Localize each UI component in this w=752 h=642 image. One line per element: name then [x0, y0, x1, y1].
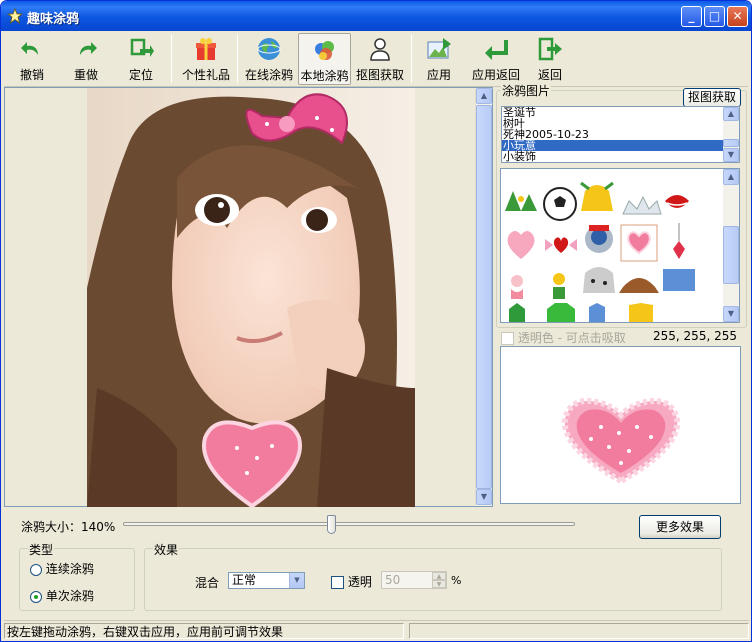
- status-text: 按左键拖动涂鸦，右键双击应用，应用前可调节效果: [4, 623, 404, 639]
- redo-button[interactable]: 重做: [66, 33, 106, 85]
- list-scroll-up-icon[interactable]: ▲: [723, 107, 739, 121]
- type-group: 类型 连续涂鸦 单次涂鸦: [19, 541, 135, 611]
- sticker-thumbnails: [505, 181, 695, 322]
- globe-icon: [257, 38, 281, 60]
- sticker-preview: [500, 346, 741, 504]
- capture-image-button[interactable]: 抠图获取: [683, 88, 741, 107]
- gift-button[interactable]: 个性礼品: [178, 33, 234, 85]
- scroll-thumb[interactable]: [476, 105, 492, 489]
- opacity-checkbox[interactable]: [331, 576, 344, 589]
- app-star-icon: [7, 8, 23, 24]
- locate-icon: [130, 38, 154, 57]
- window-title: 趣味涂鸦: [27, 12, 80, 27]
- blend-label: 混合: [195, 576, 220, 590]
- return-button[interactable]: 返回: [532, 33, 568, 85]
- list-scroll-thumb[interactable]: [723, 139, 739, 147]
- status-bar: 按左键拖动涂鸦，右键双击应用，应用前可调节效果: [4, 620, 749, 640]
- sticker-grid[interactable]: ▲ ▼: [500, 168, 740, 323]
- online-graffiti-button[interactable]: 在线涂鸦: [241, 33, 297, 85]
- toolbar: 撤销 重做 定位 个性礼品 在线涂鸦 本地涂鸦 抠图获取 应用 应用返回 返回: [4, 31, 748, 87]
- opacity-spinner[interactable]: 50 ▲ ▼: [381, 571, 447, 589]
- size-label: 涂鸦大小：140%: [21, 520, 116, 534]
- grid-scroll-thumb[interactable]: [723, 226, 739, 284]
- transparent-color-label: 透明色 - 可点击吸取: [517, 331, 626, 345]
- blend-select[interactable]: 正常 ▼: [228, 572, 305, 589]
- apply-return-icon: [485, 40, 508, 60]
- undo-icon: [21, 42, 38, 55]
- list-item[interactable]: 死神2005-10-23: [502, 129, 739, 140]
- list-scroll-down-icon[interactable]: ▼: [723, 148, 739, 162]
- minimize-button[interactable]: _: [681, 6, 702, 27]
- single-radio-option[interactable]: 单次涂鸦: [30, 587, 94, 604]
- undo-button[interactable]: 撤销: [12, 33, 52, 85]
- gift-icon: [196, 38, 216, 60]
- transparent-color-row: 透明色 - 可点击吸取 255, 255, 255: [501, 329, 741, 345]
- person-icon: [370, 38, 390, 61]
- more-effects-button[interactable]: 更多效果: [639, 515, 721, 539]
- continuous-radio[interactable]: [30, 563, 42, 576]
- status-panel-empty: [409, 623, 749, 639]
- rgb-value: 255, 255, 255: [653, 329, 737, 343]
- size-slider-track[interactable]: [123, 522, 575, 526]
- grid-scroll-down-icon[interactable]: ▼: [723, 306, 739, 322]
- size-slider-thumb[interactable]: [327, 515, 336, 534]
- scroll-down-arrow-icon[interactable]: ▼: [476, 489, 492, 505]
- spinner-arrows-icon[interactable]: ▲ ▼: [432, 572, 446, 588]
- continuous-radio-option[interactable]: 连续涂鸦: [30, 560, 94, 577]
- photo-canvas[interactable]: [87, 88, 415, 507]
- list-item[interactable]: 圣诞节: [502, 107, 739, 118]
- scroll-up-arrow-icon[interactable]: ▲: [476, 88, 492, 104]
- locate-button[interactable]: 定位: [121, 33, 161, 85]
- size-value: 140%: [81, 520, 116, 534]
- palette-icon: [314, 41, 334, 60]
- list-scrollbar[interactable]: ▲ ▼: [723, 107, 739, 162]
- canvas-vertical-scrollbar[interactable]: ▲ ▼: [475, 88, 492, 506]
- heart-sticker-preview: [561, 398, 681, 485]
- exit-icon: [538, 37, 562, 61]
- apply-image-icon: [427, 38, 451, 59]
- apply-return-button[interactable]: 应用返回: [468, 33, 524, 85]
- maximize-button[interactable]: □: [704, 6, 725, 27]
- dropdown-arrow-icon[interactable]: ▼: [289, 573, 304, 588]
- grid-scroll-up-icon[interactable]: ▲: [723, 169, 739, 185]
- title-bar[interactable]: 趣味涂鸦 _ □ ✕: [1, 1, 751, 31]
- list-item-selected[interactable]: 小玩意: [502, 140, 739, 151]
- portrait-photo: [87, 88, 415, 507]
- main-window: 趣味涂鸦 _ □ ✕ 撤销 重做 定位 个性礼品 在线涂鸦 本地涂鸦 抠图获取 …: [0, 0, 752, 642]
- category-list[interactable]: 圣诞节 树叶 死神2005-10-23 小玩意 小装饰 ▲ ▼: [501, 106, 740, 163]
- percent-label: %: [451, 574, 462, 587]
- list-item[interactable]: 小装饰: [502, 151, 739, 162]
- local-graffiti-button[interactable]: 本地涂鸦: [298, 33, 351, 85]
- capture-button[interactable]: 抠图获取: [353, 33, 407, 85]
- canvas-area[interactable]: ▲ ▼: [4, 87, 493, 507]
- transparent-color-checkbox[interactable]: [501, 332, 514, 345]
- apply-button[interactable]: 应用: [421, 33, 457, 85]
- redo-icon: [80, 42, 97, 55]
- grid-scrollbar[interactable]: ▲ ▼: [723, 169, 739, 322]
- close-button[interactable]: ✕: [727, 6, 748, 27]
- opacity-row: 透明: [331, 573, 372, 590]
- single-radio[interactable]: [30, 590, 42, 603]
